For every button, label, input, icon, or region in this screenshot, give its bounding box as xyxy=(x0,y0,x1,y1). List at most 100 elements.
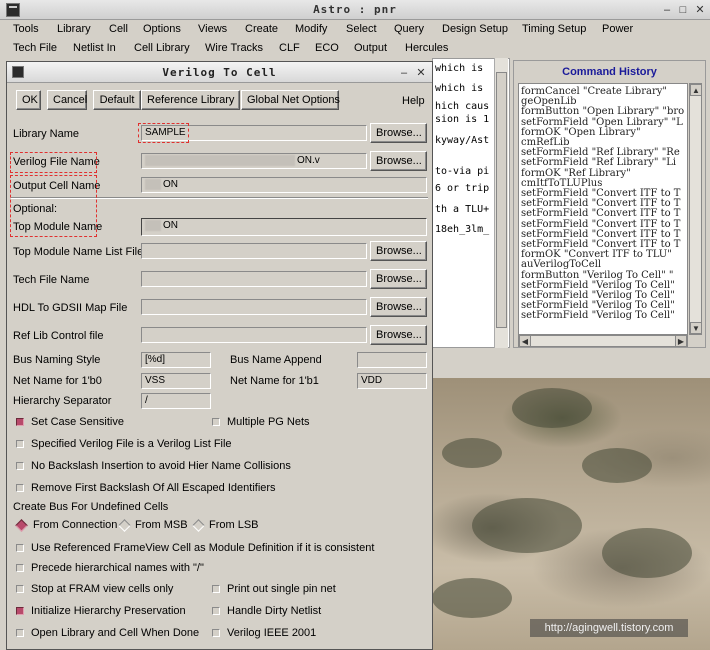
net-name-1b0-input[interactable]: VSS xyxy=(141,373,211,389)
dialog-titlebar[interactable]: Verilog To Cell – ✕ xyxy=(7,62,432,83)
menu-design-setup[interactable]: Design Setup xyxy=(442,23,508,35)
main-window-title: Astro : pnr xyxy=(313,3,397,16)
verilog-ieee-2001-checkbox[interactable] xyxy=(212,629,220,637)
scroll-left-icon[interactable]: ◀ xyxy=(519,335,531,347)
use-frameview-checkbox[interactable] xyxy=(16,544,24,552)
redacted-prefix xyxy=(145,219,161,231)
initialize-hierarchy-checkbox[interactable] xyxy=(16,607,24,615)
browse-library-button[interactable]: Browse... xyxy=(370,123,427,143)
maximize-icon[interactable]: □ xyxy=(676,3,690,17)
log-line: kyway/Ast xyxy=(435,135,490,146)
from-connection-label: From Connection xyxy=(33,519,118,531)
from-msb-label: From MSB xyxy=(135,519,188,531)
verilog-file-name-input[interactable]: ON.v xyxy=(141,153,367,169)
menu-options[interactable]: Options xyxy=(143,23,181,35)
bus-name-append-label: Bus Name Append xyxy=(230,354,322,366)
menu-eco[interactable]: ECO xyxy=(315,42,339,54)
close-icon[interactable]: ✕ xyxy=(693,3,707,17)
browse-verilog-file-button[interactable]: Browse... xyxy=(370,151,427,171)
log-line: 6 or trip xyxy=(435,183,490,194)
browse-top-module-list-button[interactable]: Browse... xyxy=(370,241,427,261)
command-history-vscrollbar[interactable]: ▲ ▼ xyxy=(689,83,702,335)
hierarchy-separator-label: Hierarchy Separator xyxy=(13,395,112,407)
hierarchy-separator-input[interactable]: / xyxy=(141,393,211,409)
cancel-button[interactable]: Cancel xyxy=(47,90,87,110)
menu-modify[interactable]: Modify xyxy=(295,23,327,35)
menu-output[interactable]: Output xyxy=(354,42,387,54)
menu-select[interactable]: Select xyxy=(346,23,377,35)
scroll-down-icon[interactable]: ▼ xyxy=(690,322,702,334)
remove-first-backslash-checkbox[interactable] xyxy=(16,484,24,492)
menu-hercules[interactable]: Hercules xyxy=(405,42,448,54)
menu-cell-library[interactable]: Cell Library xyxy=(134,42,190,54)
help-button[interactable]: Help xyxy=(402,95,425,107)
command-history-heading: Command History xyxy=(562,66,657,78)
ok-button[interactable]: OK xyxy=(16,90,41,110)
menu-cell[interactable]: Cell xyxy=(109,23,128,35)
net-name-1b1-input[interactable]: VDD xyxy=(357,373,427,389)
precede-hierarchical-checkbox[interactable] xyxy=(16,564,24,572)
no-backslash-checkbox[interactable] xyxy=(16,462,24,470)
command-history-entry[interactable]: setFormField "Verilog To Cell" xyxy=(521,310,675,321)
from-msb-radio[interactable] xyxy=(118,519,131,532)
multiple-pg-nets-checkbox[interactable] xyxy=(212,418,220,426)
menu-wire-tracks[interactable]: Wire Tracks xyxy=(205,42,263,54)
set-case-sensitive-checkbox[interactable] xyxy=(16,418,24,426)
hdl-gdsii-map-label: HDL To GDSII Map File xyxy=(13,302,128,314)
command-history-list[interactable]: formCancel "Create Library" geOpenLib form… xyxy=(518,83,688,335)
menu-netlist-in[interactable]: Netlist In xyxy=(73,42,116,54)
menu-tech-file[interactable]: Tech File xyxy=(13,42,57,54)
from-connection-radio[interactable] xyxy=(15,519,28,532)
scroll-right-icon[interactable]: ▶ xyxy=(675,335,687,347)
log-scrollbar-thumb[interactable] xyxy=(496,72,507,328)
open-library-cell-checkbox[interactable] xyxy=(16,629,24,637)
global-net-options-button[interactable]: Global Net Options xyxy=(241,90,340,110)
highlight-library-name xyxy=(138,123,189,143)
log-line: which is xyxy=(435,63,484,74)
verilog-list-file-checkbox[interactable] xyxy=(16,440,24,448)
use-frameview-label: Use Referenced FrameView Cell as Module … xyxy=(31,542,375,554)
stop-at-fram-checkbox[interactable] xyxy=(16,585,24,593)
dialog-close-icon[interactable]: ✕ xyxy=(414,66,428,80)
menu-create[interactable]: Create xyxy=(245,23,278,35)
menu-views[interactable]: Views xyxy=(198,23,227,35)
menu-power[interactable]: Power xyxy=(602,23,633,35)
command-history-hscrollbar[interactable]: ◀ ▶ xyxy=(518,335,688,347)
menu-timing-setup[interactable]: Timing Setup xyxy=(522,23,586,35)
minimize-icon[interactable]: – xyxy=(660,3,674,17)
net-name-1b0-label: Net Name for 1'b0 xyxy=(13,375,102,387)
menu-clf[interactable]: CLF xyxy=(279,42,300,54)
verilog-file-name-value: ON.v xyxy=(297,155,320,166)
default-button[interactable]: Default xyxy=(93,90,141,110)
log-scrollbar[interactable] xyxy=(494,58,508,348)
top-module-list-file-label: Top Module Name List File xyxy=(13,246,144,258)
print-single-pin-checkbox[interactable] xyxy=(212,585,220,593)
browse-hdl-map-button[interactable]: Browse... xyxy=(370,297,427,317)
dialog-title: Verilog To Cell xyxy=(162,66,277,79)
from-lsb-radio[interactable] xyxy=(192,519,205,532)
menubar-row-1: Tools Library Cell Options Views Create … xyxy=(0,20,710,39)
highlight-verilog-file-label xyxy=(10,152,97,173)
menu-tools[interactable]: Tools xyxy=(13,23,39,35)
log-line: hich caus xyxy=(435,101,490,112)
browse-tech-file-button[interactable]: Browse... xyxy=(370,269,427,289)
top-module-name-label: Top Module Name xyxy=(13,221,103,233)
tech-file-name-input[interactable] xyxy=(141,271,367,287)
log-line: sion is 1 xyxy=(435,114,490,125)
hdl-gdsii-map-input[interactable] xyxy=(141,299,367,315)
multiple-pg-nets-label: Multiple PG Nets xyxy=(227,416,310,428)
top-module-list-file-input[interactable] xyxy=(141,243,367,259)
menu-query[interactable]: Query xyxy=(394,23,424,35)
reference-library-button[interactable]: Reference Library xyxy=(141,90,240,110)
output-cell-name-input[interactable]: ON xyxy=(141,177,427,193)
bus-name-append-input[interactable] xyxy=(357,352,427,368)
top-module-name-input[interactable]: ON xyxy=(141,218,427,236)
ref-lib-control-input[interactable] xyxy=(141,327,367,343)
dialog-minimize-icon[interactable]: – xyxy=(397,66,411,80)
browse-ref-lib-control-button[interactable]: Browse... xyxy=(370,325,427,345)
initialize-hierarchy-label: Initialize Hierarchy Preservation xyxy=(31,605,186,617)
bus-naming-style-input[interactable]: [%d] xyxy=(141,352,211,368)
menu-library[interactable]: Library xyxy=(57,23,91,35)
scroll-up-icon[interactable]: ▲ xyxy=(690,84,702,96)
handle-dirty-netlist-checkbox[interactable] xyxy=(212,607,220,615)
